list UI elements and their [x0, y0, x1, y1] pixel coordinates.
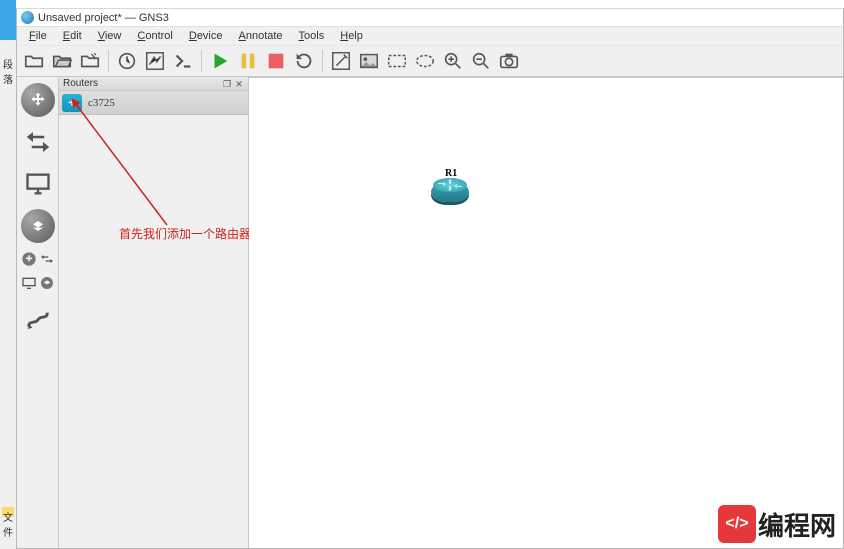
- router-item-label: c3725: [88, 97, 115, 109]
- reload-button[interactable]: [291, 48, 317, 74]
- toolbar-separator: [108, 50, 109, 72]
- note-button[interactable]: [328, 48, 354, 74]
- router-node-top: [433, 178, 467, 192]
- folder-open-icon: [51, 50, 73, 72]
- dock-all-switches[interactable]: [39, 251, 55, 267]
- play-icon: [209, 50, 231, 72]
- watermark-badge: </>: [718, 505, 756, 543]
- toolbar-separator: [201, 50, 202, 72]
- app-icon: [21, 11, 34, 24]
- dock-enddevices-button[interactable]: [21, 167, 55, 201]
- panel-dock-button[interactable]: ❐: [222, 79, 232, 89]
- workspace: Routers ❐ ✕ c3725 首先我们添加一个路由器设备: [17, 77, 843, 548]
- mini-monitor-icon: [21, 275, 37, 291]
- dock-all-sec[interactable]: [39, 275, 55, 291]
- mini-security-icon: [39, 275, 55, 291]
- toolbar-separator: [322, 50, 323, 72]
- menu-tools[interactable]: Tools: [291, 30, 333, 42]
- mini-router-icon: [21, 251, 37, 267]
- save-icon: [79, 50, 101, 72]
- main-toolbar: [17, 45, 843, 77]
- router-device-icon: [62, 94, 82, 112]
- console-button[interactable]: [170, 48, 196, 74]
- open-project-button[interactable]: [49, 48, 75, 74]
- monitor-icon: [24, 170, 52, 198]
- topology-canvas[interactable]: R1: [249, 77, 843, 548]
- show-connections-button[interactable]: [142, 48, 168, 74]
- dock-security-button[interactable]: [21, 209, 55, 243]
- new-project-button[interactable]: [21, 48, 47, 74]
- screenshot-button[interactable]: [496, 48, 522, 74]
- desktop-background: 段落 文件: [0, 0, 16, 549]
- zoom-out-icon: [470, 50, 492, 72]
- ellipse-button[interactable]: [412, 48, 438, 74]
- device-dock: [17, 77, 59, 548]
- sliver-bottom-label: 文件: [0, 509, 16, 539]
- ellipse-icon: [414, 50, 436, 72]
- reload-icon: [293, 50, 315, 72]
- image-icon: [358, 50, 380, 72]
- menu-annotate[interactable]: Annotate: [231, 30, 291, 42]
- rectangle-icon: [386, 50, 408, 72]
- console-icon: [172, 50, 194, 72]
- panel-close-button[interactable]: ✕: [234, 79, 244, 89]
- security-icon: [28, 216, 48, 236]
- watermark-text: 编程网: [758, 506, 836, 543]
- pause-icon: [237, 50, 259, 72]
- window-title: Unsaved project* — GNS3: [38, 12, 169, 24]
- pause-button[interactable]: [235, 48, 261, 74]
- dock-all-row: [21, 251, 55, 267]
- mini-switch-icon: [39, 251, 55, 267]
- watermark: </> 编程网: [718, 505, 836, 543]
- menu-file[interactable]: File: [21, 30, 55, 42]
- zoom-out-button[interactable]: [468, 48, 494, 74]
- dock-routers-button[interactable]: [21, 83, 55, 117]
- canvas-router-node[interactable]: [431, 182, 469, 206]
- zoom-in-button[interactable]: [440, 48, 466, 74]
- annotation-arrow: [67, 95, 187, 235]
- menubar: File Edit View Control Device Annotate T…: [17, 27, 843, 45]
- folder-new-icon: [23, 50, 45, 72]
- routers-panel-title: Routers: [63, 78, 98, 89]
- dock-all-end[interactable]: [21, 275, 37, 291]
- dock-all-routers[interactable]: [21, 251, 37, 267]
- dock-all-row2: [21, 275, 55, 291]
- play-button[interactable]: [207, 48, 233, 74]
- switch-arrows-icon: [23, 127, 53, 157]
- titlebar: Unsaved project* — GNS3: [17, 9, 843, 27]
- sliver-top-label: 段落: [0, 56, 16, 86]
- menu-help[interactable]: Help: [332, 30, 371, 42]
- image-button[interactable]: [356, 48, 382, 74]
- zoom-in-icon: [442, 50, 464, 72]
- gns3-main-window: Unsaved project* — GNS3 File Edit View C…: [16, 8, 844, 549]
- rectangle-button[interactable]: [384, 48, 410, 74]
- connections-icon: [144, 50, 166, 72]
- dock-link-button[interactable]: [21, 305, 55, 339]
- routers-list: c3725: [59, 91, 248, 115]
- routers-panel-header: Routers ❐ ✕: [59, 77, 248, 91]
- router-list-item[interactable]: c3725: [59, 91, 248, 115]
- routers-panel: Routers ❐ ✕ c3725 首先我们添加一个路由器设备: [59, 77, 249, 548]
- menu-edit[interactable]: Edit: [55, 30, 90, 42]
- menu-view[interactable]: View: [90, 30, 130, 42]
- menu-device[interactable]: Device: [181, 30, 231, 42]
- router-node-body: [431, 182, 469, 202]
- note-icon: [330, 50, 352, 72]
- dock-switches-button[interactable]: [21, 125, 55, 159]
- save-project-button[interactable]: [77, 48, 103, 74]
- camera-icon: [498, 50, 520, 72]
- snapshot-button[interactable]: [114, 48, 140, 74]
- cable-icon: [24, 308, 52, 336]
- router-category-icon: [27, 89, 49, 111]
- stop-button[interactable]: [263, 48, 289, 74]
- clock-icon: [116, 50, 138, 72]
- stop-icon: [265, 50, 287, 72]
- menu-control[interactable]: Control: [129, 30, 180, 42]
